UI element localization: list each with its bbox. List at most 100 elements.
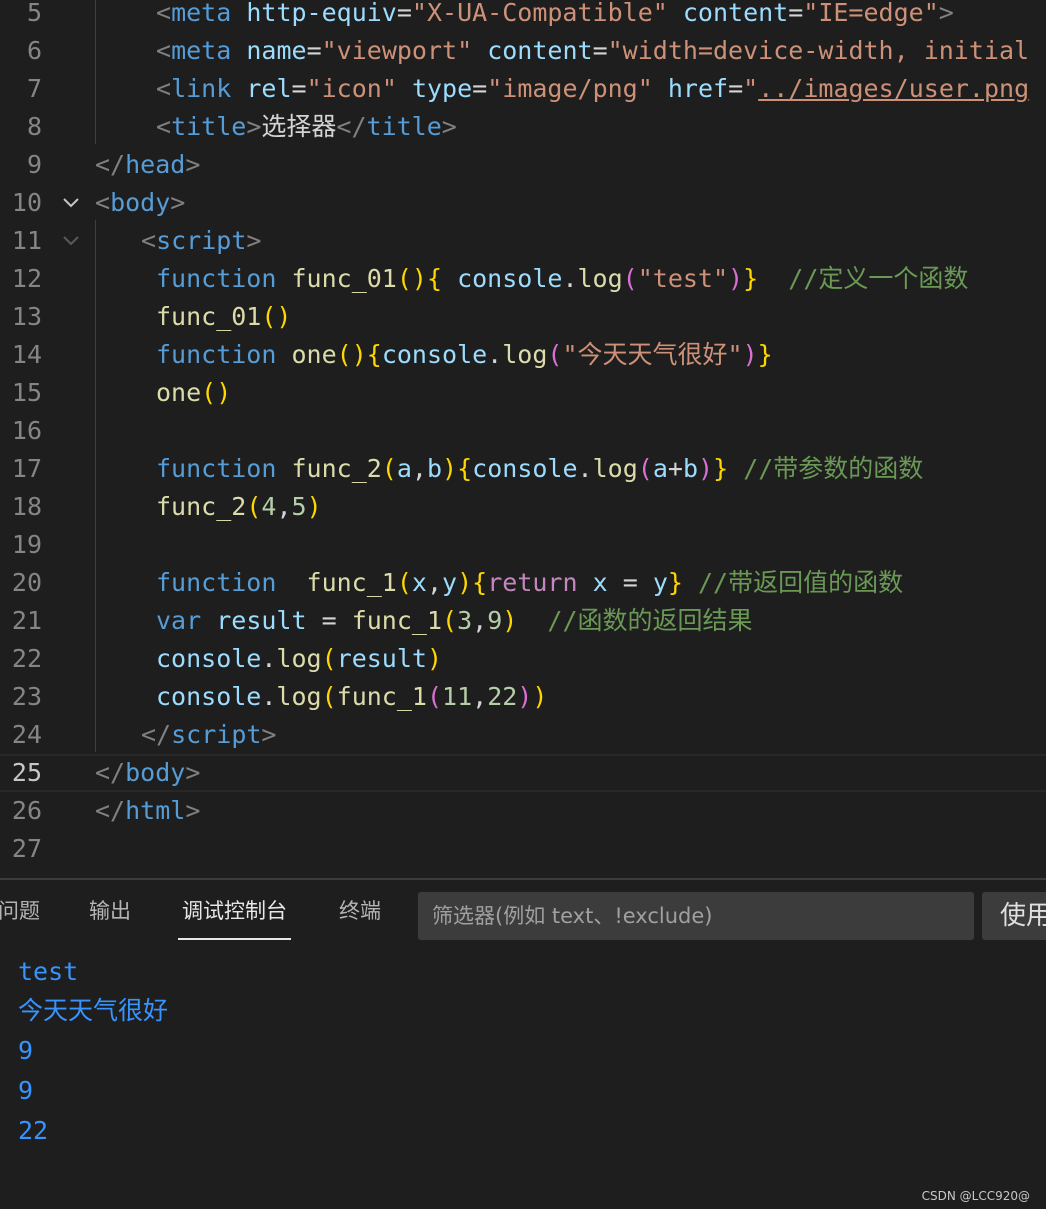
code-token: > xyxy=(246,112,262,141)
code-token: link xyxy=(171,74,232,103)
code-line[interactable]: 21 var result = func_1(3,9) //函数的返回结果 xyxy=(0,602,1046,640)
code-token: } xyxy=(667,568,683,597)
code-token: 3 xyxy=(457,606,473,635)
code-line[interactable]: 11 <script> xyxy=(0,222,1046,260)
line-number: 19 xyxy=(11,530,42,559)
tab-problems[interactable]: 问题 xyxy=(0,892,40,930)
code-line[interactable]: 9 </head> xyxy=(0,146,1046,184)
code-line[interactable]: 15 one() xyxy=(0,374,1046,412)
code-token: content xyxy=(487,36,593,65)
code-token: 11 xyxy=(442,682,473,711)
code-token: = xyxy=(396,0,412,27)
code-line[interactable]: 17 function func_2(a,b){console.log(a+b)}… xyxy=(0,450,1046,488)
code-token: console xyxy=(381,340,488,369)
code-line[interactable]: 10 <body> xyxy=(0,184,1046,222)
line-number: 25 xyxy=(11,758,42,787)
code-line[interactable]: 5 <meta http-equiv="X-UA-Compatible" cont… xyxy=(0,0,1046,32)
code-token: 5 xyxy=(291,492,307,521)
code-text: func_01() xyxy=(156,298,291,336)
code-token: script xyxy=(171,720,262,749)
code-token: log xyxy=(592,454,638,483)
code-token: ( xyxy=(547,340,563,369)
code-token: ( xyxy=(321,644,337,673)
code-text: one() xyxy=(156,374,231,412)
code-token: return xyxy=(487,568,578,597)
code-text: </body> xyxy=(95,754,200,792)
code-line[interactable]: 6 <meta name="viewport" content="width=de… xyxy=(0,32,1046,70)
code-line[interactable]: 19 xyxy=(0,526,1046,564)
code-line[interactable]: 20 function func_1(x,y){return x = y} //带… xyxy=(0,564,1046,602)
code-token: http-equiv xyxy=(246,0,397,27)
code-token: title xyxy=(171,112,247,141)
tab-output[interactable]: 输出 xyxy=(89,892,131,930)
code-token: result xyxy=(336,644,427,673)
code-token: ( xyxy=(321,682,337,711)
code-line[interactable]: 7 <link rel="icon" type="image/png" href=… xyxy=(0,70,1046,108)
code-text: </script> xyxy=(141,716,276,754)
line-number: 10 xyxy=(11,188,42,217)
code-token: "今天天气很好" xyxy=(562,340,743,369)
code-line[interactable]: 25 </body> xyxy=(0,754,1046,792)
filter-input[interactable] xyxy=(418,892,974,940)
line-number: 27 xyxy=(11,834,42,863)
code-token: "image/png" xyxy=(487,74,653,103)
code-line[interactable]: 13 func_01() xyxy=(0,298,1046,336)
code-token: ) xyxy=(742,340,758,369)
code-token: . xyxy=(562,264,578,293)
code-token: > xyxy=(185,758,201,787)
code-text: console.log(func_1(11,22)) xyxy=(156,678,547,716)
code-token: console xyxy=(156,682,262,711)
code-token: "viewport" xyxy=(321,36,473,65)
code-line[interactable]: 27 xyxy=(0,830,1046,868)
code-token: ) xyxy=(728,264,744,293)
code-token: function xyxy=(156,340,277,369)
code-token: ) xyxy=(698,454,714,483)
code-token: () xyxy=(336,340,367,369)
code-token: > xyxy=(938,0,954,27)
code-line[interactable]: 12 function func_01(){ console.log("test"… xyxy=(0,260,1046,298)
tab-debug-console[interactable]: 调试控制台 xyxy=(178,892,291,940)
code-token: script xyxy=(156,226,247,255)
code-token: < xyxy=(156,36,172,65)
code-token: function xyxy=(156,454,277,483)
code-line[interactable]: 24 </script> xyxy=(0,716,1046,754)
code-token: ) xyxy=(306,492,322,521)
code-line[interactable]: 22 console.log(result) xyxy=(0,640,1046,678)
tab-terminal[interactable]: 终端 xyxy=(339,892,381,930)
code-editor[interactable]: 5 <meta http-equiv="X-UA-Compatible" cont… xyxy=(0,0,1046,878)
line-number: 20 xyxy=(11,568,42,597)
code-token: , xyxy=(472,606,488,635)
code-line[interactable]: 16 xyxy=(0,412,1046,450)
code-token: head xyxy=(125,150,186,179)
code-line[interactable]: 8 <title>选择器</title> xyxy=(0,108,1046,146)
chevron-down-icon[interactable] xyxy=(62,194,80,212)
code-token: ) xyxy=(502,606,518,635)
code-token: x xyxy=(411,568,427,597)
chevron-down-icon[interactable] xyxy=(62,232,80,250)
code-line[interactable]: 23 console.log(func_1(11,22)) xyxy=(0,678,1046,716)
code-line[interactable]: 18 func_2(4,5) xyxy=(0,488,1046,526)
code-token: function xyxy=(156,568,277,597)
code-token: //带参数的函数 xyxy=(743,454,924,483)
code-text: var result = func_1(3,9) //函数的返回结果 xyxy=(156,602,753,640)
code-token: . xyxy=(261,644,277,673)
code-line[interactable]: 14 function one(){console.log("今天天气很好")} xyxy=(0,336,1046,374)
code-line[interactable]: 26 </html> xyxy=(0,792,1046,830)
code-token: > xyxy=(170,188,186,217)
line-number: 11 xyxy=(11,226,42,255)
code-token: meta xyxy=(171,36,232,65)
line-number: 12 xyxy=(11,264,42,293)
use-button[interactable]: 使用 xyxy=(982,892,1046,940)
code-text: </head> xyxy=(95,146,200,184)
code-token: 9 xyxy=(487,606,503,635)
code-token: html xyxy=(125,796,186,825)
code-token: function xyxy=(156,264,277,293)
code-token: a xyxy=(396,454,412,483)
code-token: ) xyxy=(517,682,533,711)
